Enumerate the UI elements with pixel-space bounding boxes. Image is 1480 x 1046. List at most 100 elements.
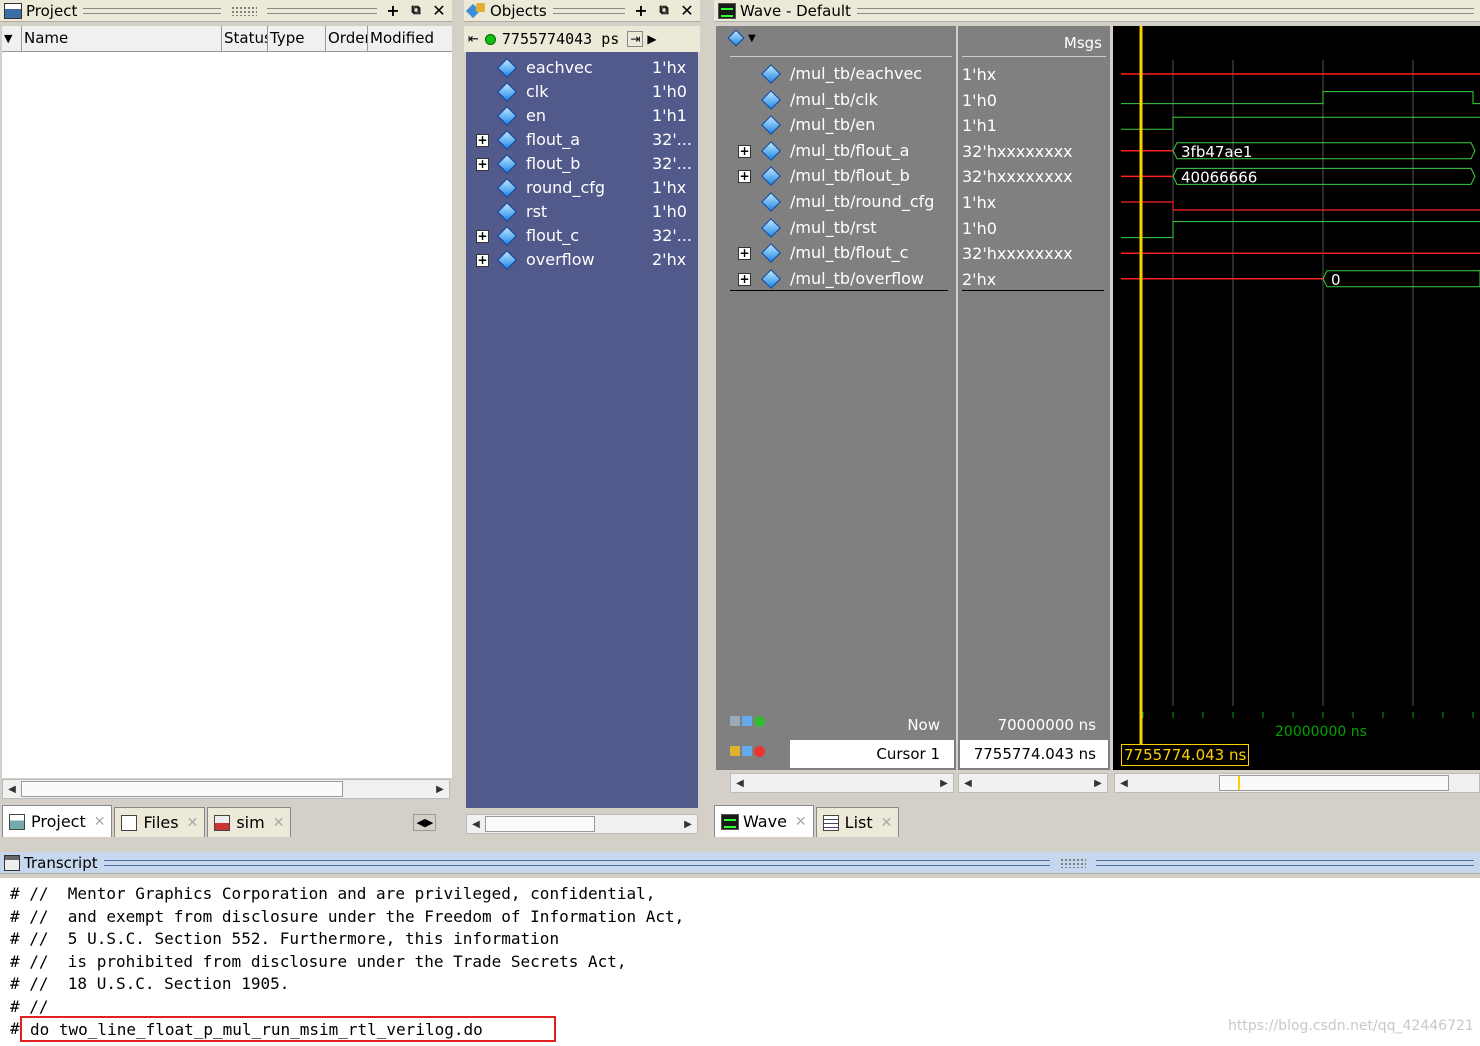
wave-signal-row[interactable]: + /mul_tb/overflow (716, 267, 956, 292)
signal-icon (761, 268, 781, 289)
sort-icon[interactable]: ⇤ (468, 32, 479, 47)
wave-canvas[interactable]: 3fb47ae1 40066666 0 (1113, 26, 1480, 706)
object-row[interactable]: + overflow 2'hx (466, 248, 698, 272)
signal-path: /mul_tb/round_cfg (790, 192, 935, 211)
add-cursor-icon[interactable] (730, 716, 765, 727)
signal-icon (761, 89, 781, 110)
wave-signal-row[interactable]: + /mul_tb/flout_b (716, 164, 956, 189)
expand-icon[interactable]: + (476, 134, 489, 147)
object-row[interactable]: + flout_c 32'... (466, 224, 698, 248)
tab-wave[interactable]: Wave ✕ (714, 805, 814, 837)
goto-time-icon[interactable]: ⇥ (627, 31, 644, 47)
highlighted-command[interactable]: do two_line_float_p_mul_run_msim_rtl_ver… (20, 1016, 556, 1042)
column-name[interactable]: Name (22, 26, 222, 51)
sort-toggle-icon[interactable]: ▼ (2, 26, 22, 51)
expand-icon[interactable]: + (476, 230, 489, 243)
add-pane-icon[interactable]: + (631, 1, 651, 20)
object-row[interactable]: rst 1'h0 (466, 200, 698, 224)
drag-grip-2[interactable] (1095, 859, 1474, 866)
scroll-right-icon[interactable]: ▶ (679, 815, 697, 833)
column-modified[interactable]: Modified (368, 26, 450, 51)
transcript-titlebar: Transcript (0, 852, 1480, 874)
tab-close-icon[interactable]: ✕ (273, 815, 285, 831)
objects-hscroll[interactable]: ◀ ▶ (466, 814, 698, 834)
lock-cursor-icon[interactable] (730, 746, 765, 757)
expand-icon[interactable]: + (738, 272, 751, 286)
object-row[interactable]: en 1'h1 (466, 104, 698, 128)
drag-grip[interactable] (83, 7, 221, 14)
object-value: 1'hx (652, 178, 687, 197)
wave-signal-row[interactable]: /mul_tb/rst (716, 216, 956, 241)
scroll-left-icon[interactable]: ◀ (731, 774, 749, 792)
column-type[interactable]: Type (268, 26, 326, 51)
wave-signal-row[interactable]: + /mul_tb/flout_c (716, 241, 956, 266)
close-icon[interactable]: ✕ (429, 1, 449, 20)
wave-signal-row[interactable]: /mul_tb/eachvec (716, 62, 956, 87)
add-pane-icon[interactable]: + (383, 1, 403, 20)
object-row[interactable]: + flout_b 32'... (466, 152, 698, 176)
scroll-right-icon[interactable]: ▶ (935, 774, 953, 792)
project-tab-icon (9, 813, 25, 830)
object-row[interactable]: clk 1'h0 (466, 80, 698, 104)
tab-scroll-icon[interactable]: ◀▶ (413, 814, 437, 831)
scroll-left-icon[interactable]: ◀ (1115, 774, 1133, 792)
tab-close-icon[interactable]: ✕ (94, 814, 106, 830)
object-row[interactable]: eachvec 1'hx (466, 56, 698, 80)
tab-sim[interactable]: sim ✕ (207, 807, 292, 837)
close-icon[interactable]: ✕ (677, 1, 697, 20)
tab-close-icon[interactable]: ✕ (795, 814, 807, 830)
drag-grip-2[interactable] (266, 7, 377, 14)
expand-icon[interactable]: + (476, 254, 489, 267)
sim-tab-icon (214, 814, 231, 831)
column-order[interactable]: Order (326, 26, 368, 51)
tab-project[interactable]: Project ✕ (2, 805, 113, 837)
object-row[interactable]: + flout_a 32'... (466, 128, 698, 152)
wave-signal-row[interactable]: /mul_tb/round_cfg (716, 190, 956, 215)
tab-list[interactable]: List ✕ (815, 807, 900, 837)
column-status[interactable]: Status (222, 26, 268, 51)
wave-clk (1121, 91, 1480, 105)
wave-signal-row[interactable]: + /mul_tb/flout_a (716, 139, 956, 164)
wave-signal-row[interactable]: /mul_tb/clk (716, 88, 956, 113)
object-row[interactable]: round_cfg 1'hx (466, 176, 698, 200)
expand-icon[interactable]: + (738, 144, 751, 158)
expand-icon[interactable]: + (738, 247, 751, 261)
wave-signal-row[interactable]: /mul_tb/en (716, 113, 956, 138)
signal-path: /mul_tb/flout_b (790, 166, 910, 186)
expand-icon[interactable]: + (738, 170, 751, 184)
expand-icon[interactable]: + (476, 158, 489, 171)
undock-icon[interactable]: ⧉ (406, 2, 426, 20)
waveform-plot[interactable]: 3fb47ae1 40066666 0 (1113, 26, 1480, 706)
more-icon[interactable]: ▶ (647, 32, 656, 46)
bus-value-flout-a: 3fb47ae1 (1181, 143, 1252, 161)
time-ruler[interactable]: 20000000 ns 7755774.043 ns (1113, 706, 1480, 770)
tab-close-icon[interactable]: ✕ (881, 815, 893, 831)
cursor-value-field[interactable]: 7755774.043 ns (960, 740, 1108, 768)
transcript-console[interactable]: https://blog.csdn.net/qq_42446721 # // M… (0, 878, 1480, 1046)
dock-handle[interactable] (1059, 857, 1086, 868)
scroll-left-icon[interactable]: ◀ (3, 780, 21, 798)
scroll-thumb[interactable] (485, 816, 595, 832)
tab-close-icon[interactable]: ✕ (187, 815, 199, 831)
drag-grip[interactable] (552, 7, 625, 14)
scroll-right-icon[interactable]: ▶ (431, 780, 449, 798)
scroll-thumb[interactable] (21, 781, 343, 797)
scroll-left-icon[interactable]: ◀ (467, 815, 485, 833)
scroll-thumb[interactable] (1219, 775, 1449, 791)
cursor-time-tag[interactable]: 7755774.043 ns (1121, 744, 1250, 766)
scroll-right-icon[interactable]: ▶ (1089, 774, 1107, 792)
scroll-left-icon[interactable]: ◀ (959, 774, 977, 792)
signal-icon (761, 243, 781, 264)
undock-icon[interactable]: ⧉ (654, 2, 674, 20)
wave-tools-icon[interactable]: ▼ (727, 29, 756, 47)
project-hscroll[interactable]: ◀ ▶ (2, 779, 450, 799)
now-value: 70000000 ns (997, 716, 1096, 734)
drag-grip[interactable] (856, 7, 1474, 14)
cursor-name-field[interactable]: Cursor 1 (790, 740, 954, 768)
names-hscroll[interactable]: ◀ ▶ (730, 773, 954, 793)
tab-files[interactable]: Files ✕ (114, 807, 206, 837)
drag-grip[interactable] (103, 859, 1050, 866)
wave-hscroll[interactable]: ◀ (1114, 773, 1480, 793)
dock-handle[interactable] (230, 5, 257, 16)
values-hscroll[interactable]: ◀ ▶ (958, 773, 1108, 793)
